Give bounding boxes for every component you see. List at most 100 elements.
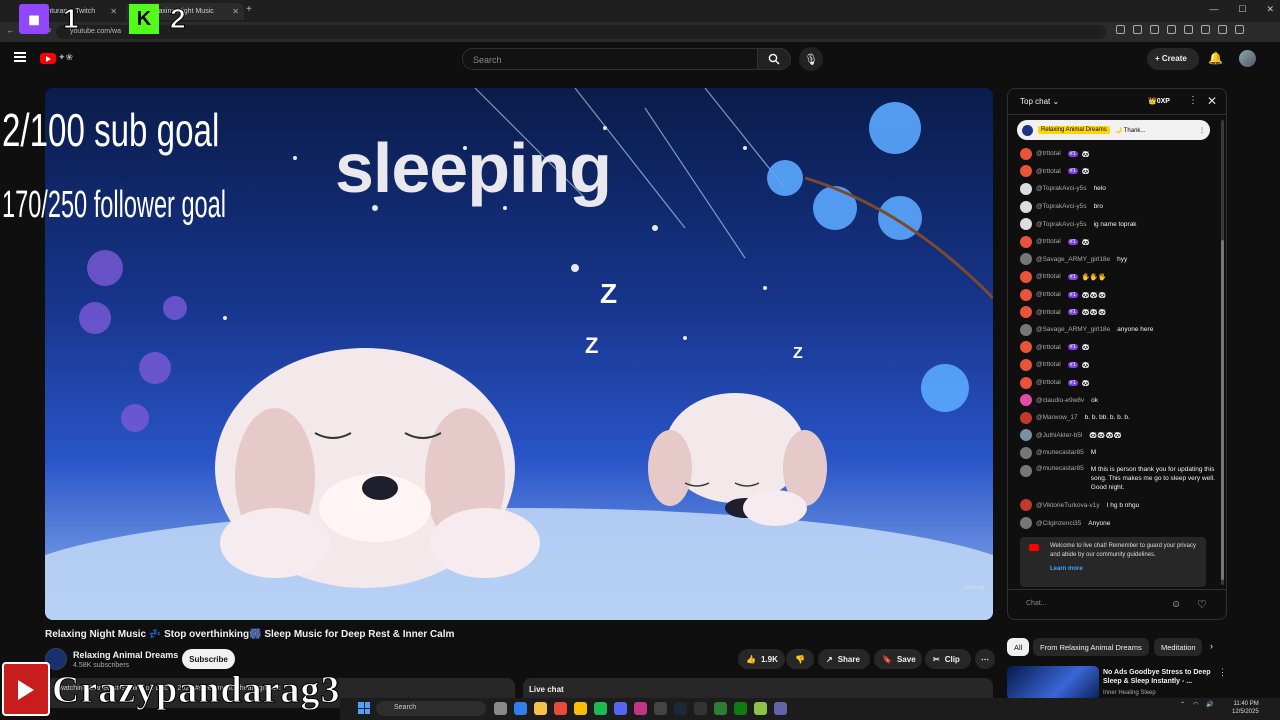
more-actions-button[interactable]: ⋯	[975, 649, 995, 669]
discord-icon[interactable]	[614, 702, 627, 715]
dislike-button[interactable]: 👎	[786, 649, 814, 669]
chat-avatar[interactable]	[1020, 165, 1032, 178]
notifications-bell-icon[interactable]: 🔔	[1208, 51, 1223, 65]
taskbar-clock[interactable]: 11:40 PM 12/5/2025	[1232, 700, 1259, 716]
chip-from-channel[interactable]: From Relaxing Animal Dreams	[1033, 638, 1149, 656]
app-icon[interactable]	[714, 702, 727, 715]
minimize-icon[interactable]: —	[1209, 4, 1218, 15]
chip-meditation[interactable]: Meditation	[1154, 638, 1202, 656]
heart-icon[interactable]: ♡	[1197, 598, 1207, 611]
store-icon[interactable]	[554, 702, 567, 715]
chat-avatar[interactable]	[1020, 499, 1032, 512]
chat-avatar[interactable]	[1020, 182, 1032, 195]
kick-app-icon[interactable]	[694, 702, 707, 715]
chat-avatar[interactable]	[1020, 394, 1032, 407]
recommended-more-icon[interactable]: ⋮	[1218, 667, 1227, 678]
chat-avatar[interactable]	[1020, 270, 1032, 283]
close-chat-icon[interactable]: ✕	[1207, 94, 1217, 108]
chat-author[interactable]: @ToprakAvci-y5s	[1036, 185, 1087, 192]
chat-author[interactable]: @Savage_ARMY_girl18e	[1036, 326, 1110, 333]
chat-avatar[interactable]	[1020, 218, 1032, 231]
close-tab-icon[interactable]: ✕	[110, 7, 117, 16]
app-icon[interactable]	[654, 702, 667, 715]
subscribe-button[interactable]: Subscribe	[182, 649, 235, 669]
learn-more-link[interactable]: Learn more	[1050, 565, 1200, 574]
chat-message[interactable]: @trttotal #1 🐼	[1008, 233, 1220, 251]
chat-author[interactable]: @Marwow_17	[1036, 414, 1078, 421]
share-button[interactable]: ↗ Share	[818, 649, 870, 669]
chat-author[interactable]: @ViktorieTurkova-v1y	[1036, 502, 1100, 509]
chat-avatar[interactable]	[1020, 464, 1032, 477]
chip-all[interactable]: All	[1007, 638, 1030, 656]
chat-message[interactable]: @trttotal #1 🐼	[1008, 339, 1220, 357]
chat-message[interactable]: @ToprakAvci-y5s bro	[1008, 198, 1220, 216]
windows-start-icon[interactable]	[358, 702, 370, 714]
wifi-icon[interactable]: ◠	[1193, 701, 1198, 708]
chat-avatar[interactable]	[1020, 323, 1032, 336]
folder-icon[interactable]	[534, 702, 547, 715]
chat-message[interactable]: @trttotal #1 🐼🐼🐼	[1008, 286, 1220, 304]
chat-avatar[interactable]	[1020, 446, 1032, 459]
chat-message[interactable]: @claudio-e9w8v ok	[1008, 391, 1220, 409]
chat-message[interactable]: @ToprakAvci-y5s helo	[1008, 180, 1220, 198]
chat-author[interactable]: @ToprakAvci-y5s	[1036, 221, 1087, 228]
xbox-icon[interactable]	[734, 702, 747, 715]
chat-message[interactable]: @Savage_ARMY_girl18e anyone here	[1008, 321, 1220, 339]
chat-message[interactable]: @Savage_ARMY_girl18e hyy	[1008, 251, 1220, 269]
chat-author[interactable]: @trttotal	[1036, 309, 1061, 316]
extension-icon[interactable]	[1150, 25, 1159, 34]
chat-message[interactable]: @trttotal #1 🐼	[1008, 356, 1220, 374]
url-field[interactable]: youtube.com/wa	[56, 25, 1106, 39]
chat-avatar[interactable]	[1020, 358, 1032, 371]
chat-scrollbar-thumb[interactable]	[1221, 240, 1224, 580]
extension-icon[interactable]	[1235, 25, 1244, 34]
extension-icon[interactable]	[1167, 25, 1176, 34]
chat-author[interactable]: @trttotal	[1036, 344, 1061, 351]
create-button[interactable]: + Create	[1147, 48, 1199, 70]
chat-avatar[interactable]	[1020, 411, 1032, 424]
chat-author[interactable]: @trttotal	[1036, 361, 1061, 368]
clip-button[interactable]: ✂ Clip	[925, 649, 971, 669]
chat-more-icon[interactable]: ⋮	[1188, 95, 1198, 106]
extension-icon[interactable]	[1201, 25, 1210, 34]
chat-message[interactable]: @munecastar85 M this is person thank you …	[1008, 462, 1220, 497]
chrome-icon[interactable]	[574, 702, 587, 715]
chat-message[interactable]: @trttotal #1 🐼🐼🐼	[1008, 303, 1220, 321]
chat-input[interactable]: Chat...	[1026, 600, 1047, 607]
chat-author[interactable]: @munecastar85	[1036, 465, 1084, 472]
edge-icon[interactable]	[514, 702, 527, 715]
hamburger-menu-icon[interactable]	[14, 52, 26, 62]
channel-name[interactable]: Relaxing Animal Dreams	[73, 650, 178, 660]
account-avatar[interactable]	[1239, 50, 1256, 67]
chat-avatar[interactable]	[1020, 253, 1032, 266]
chat-author[interactable]: @ToprakAvci-y5s	[1036, 203, 1087, 210]
chat-avatar[interactable]	[1020, 235, 1032, 248]
like-button[interactable]: 👍 1.9K	[738, 649, 785, 669]
app-icon[interactable]	[634, 702, 647, 715]
spotify-icon[interactable]	[594, 702, 607, 715]
chat-avatar[interactable]	[1020, 306, 1032, 319]
extension-icon[interactable]	[1116, 25, 1125, 34]
chat-message[interactable]: @trttotal #1 🐼	[1008, 163, 1220, 181]
channel-watermark[interactable]: Relaxing	[965, 585, 984, 591]
chat-avatar[interactable]	[1020, 376, 1032, 389]
taskbar-search[interactable]: Search	[376, 701, 486, 716]
chat-message[interactable]: @Marwow_17 b. b. bb. b. b. b.	[1008, 409, 1220, 427]
save-button[interactable]: 🔖 Save	[874, 649, 922, 669]
chevron-right-icon[interactable]: ›	[1210, 641, 1213, 651]
extension-icon[interactable]	[1133, 25, 1142, 34]
chat-author[interactable]: @Cilginzenci35	[1036, 520, 1081, 527]
pinned-message[interactable]: Relaxing Animal Dreams 🌙 Thank... ⋮	[1017, 120, 1210, 140]
extension-icon[interactable]	[1184, 25, 1193, 34]
task-view-icon[interactable]	[494, 702, 507, 715]
chat-author[interactable]: @JuthiAkter-b5l	[1036, 432, 1082, 439]
chat-author[interactable]: @trttotal	[1036, 238, 1061, 245]
chat-author[interactable]: @trttotal	[1036, 379, 1061, 386]
extension-icon[interactable]	[1218, 25, 1227, 34]
chat-message[interactable]: @munecastar85 M	[1008, 444, 1220, 462]
recommended-video-title[interactable]: No Ads Goodbye Stress to Deep Sleep & Sl…	[1103, 668, 1215, 686]
chat-author[interactable]: @munecastar85	[1036, 449, 1084, 456]
youtube-doodle-icon[interactable]: ✦❀	[58, 52, 73, 63]
chat-avatar[interactable]	[1020, 147, 1032, 160]
speaker-icon[interactable]: 🔊	[1206, 701, 1213, 708]
